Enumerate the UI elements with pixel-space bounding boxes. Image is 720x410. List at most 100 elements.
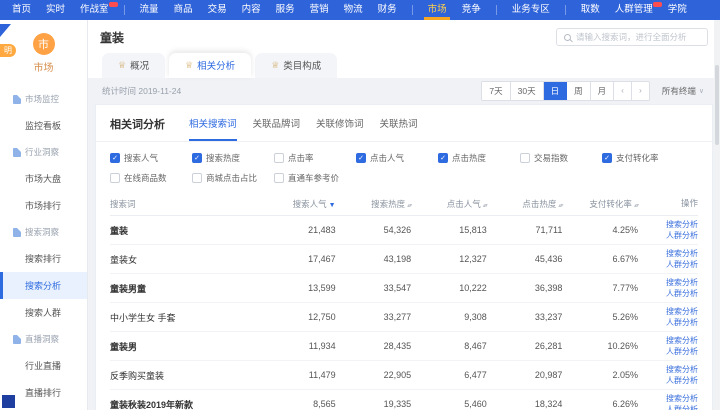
metric-value-cell: 4.25% [562, 225, 638, 235]
scrollbar[interactable] [714, 20, 720, 410]
col-header[interactable]: 支付转化率▴▾ [562, 198, 638, 210]
nav-item[interactable]: 业务专区 [512, 0, 550, 20]
action-link[interactable]: 搜索分析 [666, 336, 698, 345]
action-link[interactable]: 人群分析 [666, 289, 698, 298]
sidebar-item[interactable]: 监控看板 [0, 112, 87, 139]
scrollbar-thumb[interactable] [715, 65, 719, 145]
nav-item[interactable]: 市场 [428, 0, 447, 20]
nav-item[interactable]: 首页 [12, 0, 31, 20]
metric-label: 点击率 [288, 152, 314, 164]
nav-item[interactable]: 内容 [242, 0, 261, 20]
metric-value-cell: 26,281 [487, 341, 563, 351]
metric-value-cell: 36,398 [487, 283, 563, 293]
nav-item[interactable]: 实时 [46, 0, 65, 20]
sidebar-item[interactable]: 搜索排行 [0, 245, 87, 272]
terminal-filter-dropdown[interactable]: 所有终端 ∨ [662, 85, 704, 97]
tab-label: 类目构成 [283, 58, 321, 72]
sidebar-item[interactable]: 搜索分析 [0, 272, 87, 299]
nav-item[interactable]: 服务 [276, 0, 295, 20]
keyword-search-box[interactable] [556, 28, 708, 46]
nav-item[interactable]: 交易 [208, 0, 227, 20]
action-link[interactable]: 人群分析 [666, 260, 698, 269]
nav-item[interactable]: 取数 [581, 0, 600, 20]
tab-active[interactable]: ♕相关分析 [169, 53, 251, 78]
sidebar-section-label: 直播洞察 [25, 333, 59, 345]
metric-checkbox[interactable]: 直通车参考价 [274, 172, 356, 184]
panel-tab[interactable]: 关联热词 [380, 116, 418, 141]
metric-label: 商城点击占比 [206, 172, 257, 184]
sidebar-item[interactable]: 市场排行 [0, 192, 87, 219]
tab-label: 概况 [130, 58, 149, 72]
panel-tab[interactable]: 相关搜索词 [189, 116, 237, 141]
nav-item[interactable]: 商品 [174, 0, 193, 20]
page-header: 童装 ♕ 概况 ♕相关分析♕类目构成 [88, 20, 720, 78]
tab-item[interactable]: ♕ 概况 [102, 53, 165, 78]
metric-checkbox[interactable]: ✓搜索热度 [192, 152, 274, 164]
action-link[interactable]: 人群分析 [666, 376, 698, 385]
metric-checkbox[interactable]: ✓搜索人气 [110, 152, 192, 164]
metric-value-cell: 33,277 [336, 312, 412, 322]
sidebar-item[interactable]: 搜索人群 [0, 299, 87, 326]
range-button[interactable]: 7天 [482, 82, 510, 100]
new-badge-icon [109, 2, 118, 7]
nav-divider [565, 5, 566, 15]
col-header[interactable]: 点击热度▴▾ [487, 198, 563, 210]
panel-tab[interactable]: 关联品牌词 [253, 116, 301, 141]
crown-icon: ♕ [118, 61, 126, 70]
action-link[interactable]: 人群分析 [666, 231, 698, 240]
sidebar-item[interactable]: 行业直播 [0, 352, 87, 379]
metric-checkbox-group: ✓搜索人气✓搜索热度 点击率 ✓点击人气✓点击热度交易指数✓支付转化率在线商品数 商城… [96, 142, 712, 192]
sidebar-collapse-button[interactable] [2, 395, 15, 408]
metric-value-cell: 43,198 [336, 254, 412, 264]
nav-item[interactable]: 流量 [140, 0, 159, 20]
action-link[interactable]: 搜索分析 [666, 394, 698, 403]
metric-checkbox[interactable]: 交易指数 [520, 152, 602, 164]
nav-item[interactable]: 营销 [310, 0, 329, 20]
metric-value-cell: 22,905 [336, 370, 412, 380]
col-header[interactable]: 搜索热度▴▾ [336, 198, 412, 210]
action-link[interactable]: 搜索分析 [666, 307, 698, 316]
action-link[interactable]: 搜索分析 [666, 278, 698, 287]
action-link[interactable]: 人群分析 [666, 318, 698, 327]
nav-item[interactable]: 人群管理 [615, 0, 653, 20]
related-words-panel: 相关词分析 相关搜索词关联品牌词关联修饰词关联热词 ✓搜索人气✓搜索热度点击率✓… [95, 104, 713, 410]
action-link[interactable]: 搜索分析 [666, 249, 698, 258]
action-link[interactable]: 搜索分析 [666, 365, 698, 374]
actions-cell: 搜索分析人群分析 [638, 365, 698, 384]
metric-checkbox[interactable]: 商城点击占比 [192, 172, 274, 184]
action-link[interactable]: 人群分析 [666, 347, 698, 356]
range-button[interactable]: 30天 [511, 82, 544, 100]
nav-item[interactable]: 作战室 [80, 0, 109, 20]
action-link[interactable]: 搜索分析 [666, 220, 698, 229]
metric-checkbox[interactable]: 在线商品数 [110, 172, 192, 184]
action-link[interactable]: 人群分析 [666, 405, 698, 410]
nav-item[interactable]: 财务 [378, 0, 397, 20]
search-word-cell: 童装女 [110, 253, 260, 266]
search-word-cell: 童装 [110, 224, 260, 237]
range-button[interactable]: 日 [544, 82, 568, 100]
col-header[interactable]: 搜索人气▼ [260, 198, 336, 210]
nav-item[interactable]: 学院 [668, 0, 687, 20]
nav-item[interactable]: 物流 [344, 0, 363, 20]
metric-checkbox[interactable]: ✓点击人气 [356, 152, 438, 164]
metric-checkbox[interactable]: ✓支付转化率 [602, 152, 684, 164]
sidebar-section-header: 直播洞察 [0, 326, 87, 352]
prev-button[interactable]: ‹ [614, 82, 632, 100]
metric-label: 直通车参考价 [288, 172, 339, 184]
next-button[interactable]: › [632, 82, 649, 100]
panel-tab[interactable]: 关联修饰词 [316, 116, 364, 141]
checkbox-checked-icon: ✓ [602, 153, 612, 163]
metric-checkbox[interactable]: 点击率 [274, 152, 356, 164]
col-header[interactable]: 点击人气▴▾ [411, 198, 487, 210]
metric-checkbox[interactable]: ✓点击热度 [438, 152, 520, 164]
tab-item[interactable]: ♕类目构成 [255, 53, 337, 78]
search-input[interactable] [576, 32, 700, 42]
metric-value-cell: 20,987 [487, 370, 563, 380]
sort-desc-icon[interactable]: ▼ [329, 202, 336, 209]
sidebar-item[interactable]: 市场大盘 [0, 165, 87, 192]
nav-item[interactable]: 竞争 [462, 0, 481, 20]
page-title: 童装 [100, 29, 124, 46]
col-header-label: 搜索人气 [293, 199, 327, 209]
range-button[interactable]: 月 [591, 82, 615, 100]
range-button[interactable]: 周 [567, 82, 591, 100]
